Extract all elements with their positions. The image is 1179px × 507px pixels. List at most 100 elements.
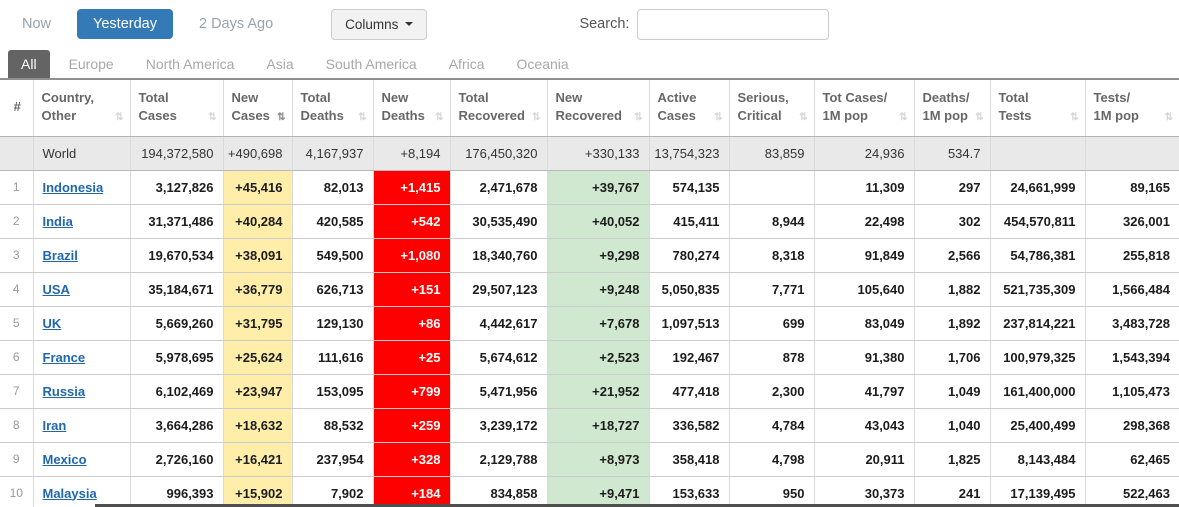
sort-icon[interactable]: ⇅ bbox=[208, 112, 216, 124]
sort-icon[interactable]: ⇅ bbox=[899, 112, 907, 124]
cell-new-recovered: +7,678 bbox=[547, 306, 649, 340]
cell-deaths-1m-pop: 1,049 bbox=[914, 374, 990, 408]
cell-new-cases: +45,416 bbox=[223, 170, 292, 204]
rank-cell: 10 bbox=[0, 476, 33, 507]
table-row: 10Malaysia996,393+15,9027,902+184834,858… bbox=[0, 476, 1179, 507]
cell-new-deaths: +8,194 bbox=[373, 136, 450, 170]
time-tab-2-days-ago[interactable]: 2 Days Ago bbox=[187, 9, 285, 39]
cell-total-deaths: 237,954 bbox=[292, 442, 373, 476]
col-header-new-recovered[interactable]: New Recovered⇅ bbox=[547, 80, 649, 136]
continent-tab-north-america[interactable]: North America bbox=[133, 50, 248, 78]
cell-active-cases: 153,633 bbox=[649, 476, 729, 507]
continent-tab-asia[interactable]: Asia bbox=[253, 50, 306, 78]
col-header-tests-1m-pop[interactable]: Tests/ 1M pop⇅ bbox=[1085, 80, 1179, 136]
sort-icon[interactable]: ⇅ bbox=[634, 112, 642, 124]
time-tab-now[interactable]: Now bbox=[10, 9, 63, 39]
col-header-total-cases[interactable]: Total Cases ⇅ bbox=[130, 80, 223, 136]
country-link[interactable]: UK bbox=[43, 316, 62, 331]
table-row: 1Indonesia3,127,826+45,41682,013+1,4152,… bbox=[0, 170, 1179, 204]
col-header-total-tests[interactable]: Total Tests⇅ bbox=[990, 80, 1085, 136]
table-body: World194,372,580+490,6984,167,937+8,1941… bbox=[0, 136, 1179, 507]
cell-serious-critical: 8,944 bbox=[729, 204, 814, 238]
country-cell: UK bbox=[33, 306, 130, 340]
cell-total-cases: 5,669,260 bbox=[130, 306, 223, 340]
cell-new-cases: +36,779 bbox=[223, 272, 292, 306]
col-header-new-cases[interactable]: New Cases ⇅ bbox=[223, 80, 292, 136]
rank-cell bbox=[0, 136, 33, 170]
country-link[interactable]: Russia bbox=[43, 384, 86, 399]
col-header-country-other[interactable]: Country, Other⇅ bbox=[33, 80, 130, 136]
country-link[interactable]: Mexico bbox=[43, 452, 87, 467]
cell-active-cases: 415,411 bbox=[649, 204, 729, 238]
cell-new-deaths: +86 bbox=[373, 306, 450, 340]
cell-tests-1m-pop bbox=[1085, 136, 1179, 170]
search-input[interactable] bbox=[637, 9, 829, 40]
col-header-new-deaths[interactable]: New Deaths ⇅ bbox=[373, 80, 450, 136]
col-header-label: Total Cases bbox=[139, 89, 177, 124]
cell-serious-critical: 878 bbox=[729, 340, 814, 374]
col-header-active-cases[interactable]: Active Cases⇅ bbox=[649, 80, 729, 136]
col-header-label: Total Deaths bbox=[301, 89, 344, 124]
col-header-tot-cases-1m-pop[interactable]: Tot Cases/ 1M pop⇅ bbox=[814, 80, 914, 136]
country-link[interactable]: Indonesia bbox=[43, 180, 104, 195]
cell-serious-critical: 2,300 bbox=[729, 374, 814, 408]
country-link[interactable]: USA bbox=[43, 282, 70, 297]
col-header-total-recovered[interactable]: Total Recovered⇅ bbox=[450, 80, 547, 136]
col-header-label: New Deaths bbox=[382, 89, 425, 124]
cell-total-deaths: 4,167,937 bbox=[292, 136, 373, 170]
cell-serious-critical bbox=[729, 170, 814, 204]
sort-icon[interactable]: ⇅ bbox=[714, 112, 722, 124]
sort-icon[interactable]: ⇅ bbox=[435, 112, 443, 124]
country-link[interactable]: France bbox=[43, 350, 86, 365]
col-header-serious-critical[interactable]: Serious, Critical ⇅ bbox=[729, 80, 814, 136]
continent-tab-south-america[interactable]: South America bbox=[313, 50, 430, 78]
cell-tot-cases-1m-pop: 30,373 bbox=[814, 476, 914, 507]
cell-total-cases: 6,102,469 bbox=[130, 374, 223, 408]
cell-active-cases: 358,418 bbox=[649, 442, 729, 476]
cell-tot-cases-1m-pop: 105,640 bbox=[814, 272, 914, 306]
cell-total-recovered: 5,471,956 bbox=[450, 374, 547, 408]
cell-total-tests: 100,979,325 bbox=[990, 340, 1085, 374]
search-label: Search: bbox=[579, 16, 629, 32]
country-cell: USA bbox=[33, 272, 130, 306]
cell-serious-critical: 83,859 bbox=[729, 136, 814, 170]
sort-icon[interactable]: ⇅ bbox=[115, 112, 123, 124]
country-link[interactable]: Malaysia bbox=[43, 486, 97, 501]
country-cell: Brazil bbox=[33, 238, 130, 272]
time-tab-yesterday[interactable]: Yesterday bbox=[77, 9, 173, 39]
sort-icon[interactable]: ⇅ bbox=[277, 112, 285, 124]
cell-total-deaths: 82,013 bbox=[292, 170, 373, 204]
sort-icon[interactable]: ⇅ bbox=[1070, 112, 1078, 124]
country-link[interactable]: India bbox=[43, 214, 73, 229]
col-header-label: Serious, Critical bbox=[738, 89, 789, 124]
cell-total-deaths: 88,532 bbox=[292, 408, 373, 442]
country-link[interactable]: Iran bbox=[43, 418, 67, 433]
continent-tab-all[interactable]: All bbox=[8, 50, 50, 78]
world-row: World194,372,580+490,6984,167,937+8,1941… bbox=[0, 136, 1179, 170]
continent-tab-oceania[interactable]: Oceania bbox=[504, 50, 582, 78]
cell-deaths-1m-pop: 1,882 bbox=[914, 272, 990, 306]
cell-new-recovered: +2,523 bbox=[547, 340, 649, 374]
cell-tests-1m-pop: 62,465 bbox=[1085, 442, 1179, 476]
columns-button[interactable]: Columns bbox=[331, 9, 427, 40]
continent-tab-europe[interactable]: Europe bbox=[56, 50, 127, 78]
col-header-label: New Cases bbox=[232, 89, 270, 124]
sort-icon[interactable]: ⇅ bbox=[799, 112, 807, 124]
sort-icon[interactable]: ⇅ bbox=[358, 112, 366, 124]
cell-total-tests bbox=[990, 136, 1085, 170]
cell-tot-cases-1m-pop: 91,849 bbox=[814, 238, 914, 272]
cell-total-recovered: 176,450,320 bbox=[450, 136, 547, 170]
cell-deaths-1m-pop: 241 bbox=[914, 476, 990, 507]
cell-tests-1m-pop: 1,105,473 bbox=[1085, 374, 1179, 408]
sort-icon[interactable]: ⇅ bbox=[1165, 112, 1173, 124]
col-header-deaths-1m-pop[interactable]: Deaths/ 1M pop⇅ bbox=[914, 80, 990, 136]
cell-total-tests: 17,139,495 bbox=[990, 476, 1085, 507]
rank-cell: 9 bbox=[0, 442, 33, 476]
cell-total-deaths: 111,616 bbox=[292, 340, 373, 374]
sort-icon[interactable]: ⇅ bbox=[532, 112, 540, 124]
sort-icon[interactable]: ⇅ bbox=[975, 112, 983, 124]
col-header-total-deaths[interactable]: Total Deaths ⇅ bbox=[292, 80, 373, 136]
cell-tests-1m-pop: 89,165 bbox=[1085, 170, 1179, 204]
country-link[interactable]: Brazil bbox=[43, 248, 78, 263]
continent-tab-africa[interactable]: Africa bbox=[436, 50, 498, 78]
